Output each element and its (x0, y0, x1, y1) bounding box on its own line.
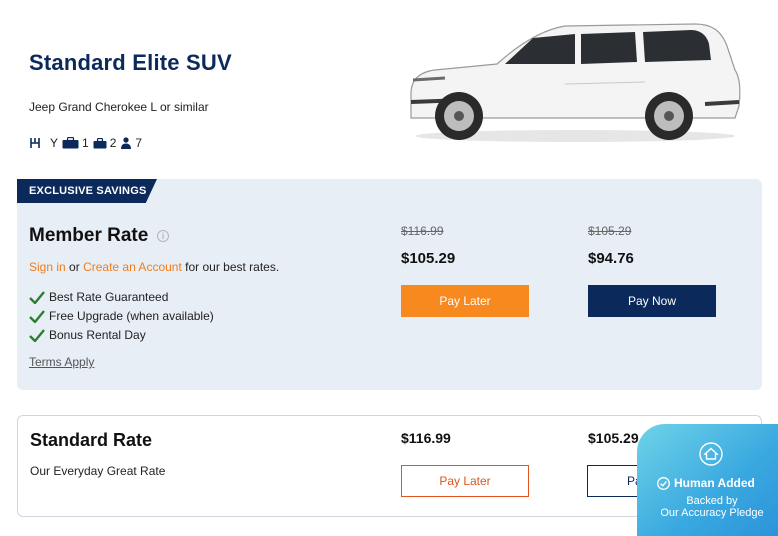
small-bags-count: 2 (109, 136, 117, 150)
standard-rate-title: Standard Rate (30, 430, 153, 450)
member-pay-now-old-price: $105.29 (588, 224, 632, 238)
or-text: or (69, 260, 80, 274)
badge-line-2: Our Accuracy Pledge (660, 507, 764, 519)
standard-rate-subtitle: Our Everyday Great Rate (30, 464, 166, 478)
signin-suffix: for our best rates. (185, 260, 280, 274)
benefit-item: Bonus Rental Day (29, 328, 146, 342)
member-pay-later-button[interactable]: Pay Later (401, 285, 529, 317)
large-bags-count: 1 (82, 136, 89, 150)
large-bag-icon (62, 137, 79, 149)
info-icon[interactable]: i (157, 230, 169, 242)
benefit-item: Free Upgrade (when available) (29, 309, 214, 323)
vehicle-title: Standard Elite SUV (29, 50, 232, 75)
badge-title: Human Added (657, 476, 755, 490)
standard-pay-later-button[interactable]: Pay Later (401, 465, 529, 497)
passengers-count: 7 (135, 136, 143, 150)
house-icon (699, 442, 723, 466)
member-pay-now-button[interactable]: Pay Now (588, 285, 716, 317)
signin-prompt: Sign in or Create an Account for our bes… (29, 260, 279, 274)
checkmark-icon (29, 310, 45, 323)
create-account-link[interactable]: Create an Account (83, 260, 182, 274)
member-pay-now-price: $94.76 (588, 250, 634, 267)
checkmark-icon (29, 291, 45, 304)
badge-line-1: Backed by (686, 495, 738, 507)
check-circle-icon (657, 476, 670, 490)
member-pay-later-price: $105.29 (401, 250, 456, 267)
standard-pay-now-price: $105.29 (588, 430, 639, 446)
vehicle-subtitle: Jeep Grand Cherokee L or similar (29, 100, 209, 114)
exclusive-savings-ribbon: EXCLUSIVE SAVINGS (17, 179, 157, 203)
ribbon-label: EXCLUSIVE SAVINGS (29, 185, 147, 197)
transmission-value: Y (50, 136, 59, 150)
vehicle-image (410, 23, 741, 142)
sign-in-link[interactable]: Sign in (29, 260, 66, 274)
small-bag-icon (93, 137, 107, 149)
checkmark-icon (29, 329, 45, 342)
member-rate-title: Member Rate (29, 225, 149, 246)
vehicle-features: Y 1 2 7 (29, 136, 146, 150)
member-pay-later-old-price: $116.99 (401, 224, 444, 238)
benefit-item: Best Rate Guaranteed (29, 290, 168, 304)
standard-pay-later-price: $116.99 (401, 430, 451, 446)
transmission-icon (29, 137, 41, 149)
human-added-badge[interactable]: Human Added Backed by Our Accuracy Pledg… (637, 424, 778, 536)
passenger-icon (120, 137, 132, 149)
terms-apply-link[interactable]: Terms Apply (29, 355, 94, 369)
